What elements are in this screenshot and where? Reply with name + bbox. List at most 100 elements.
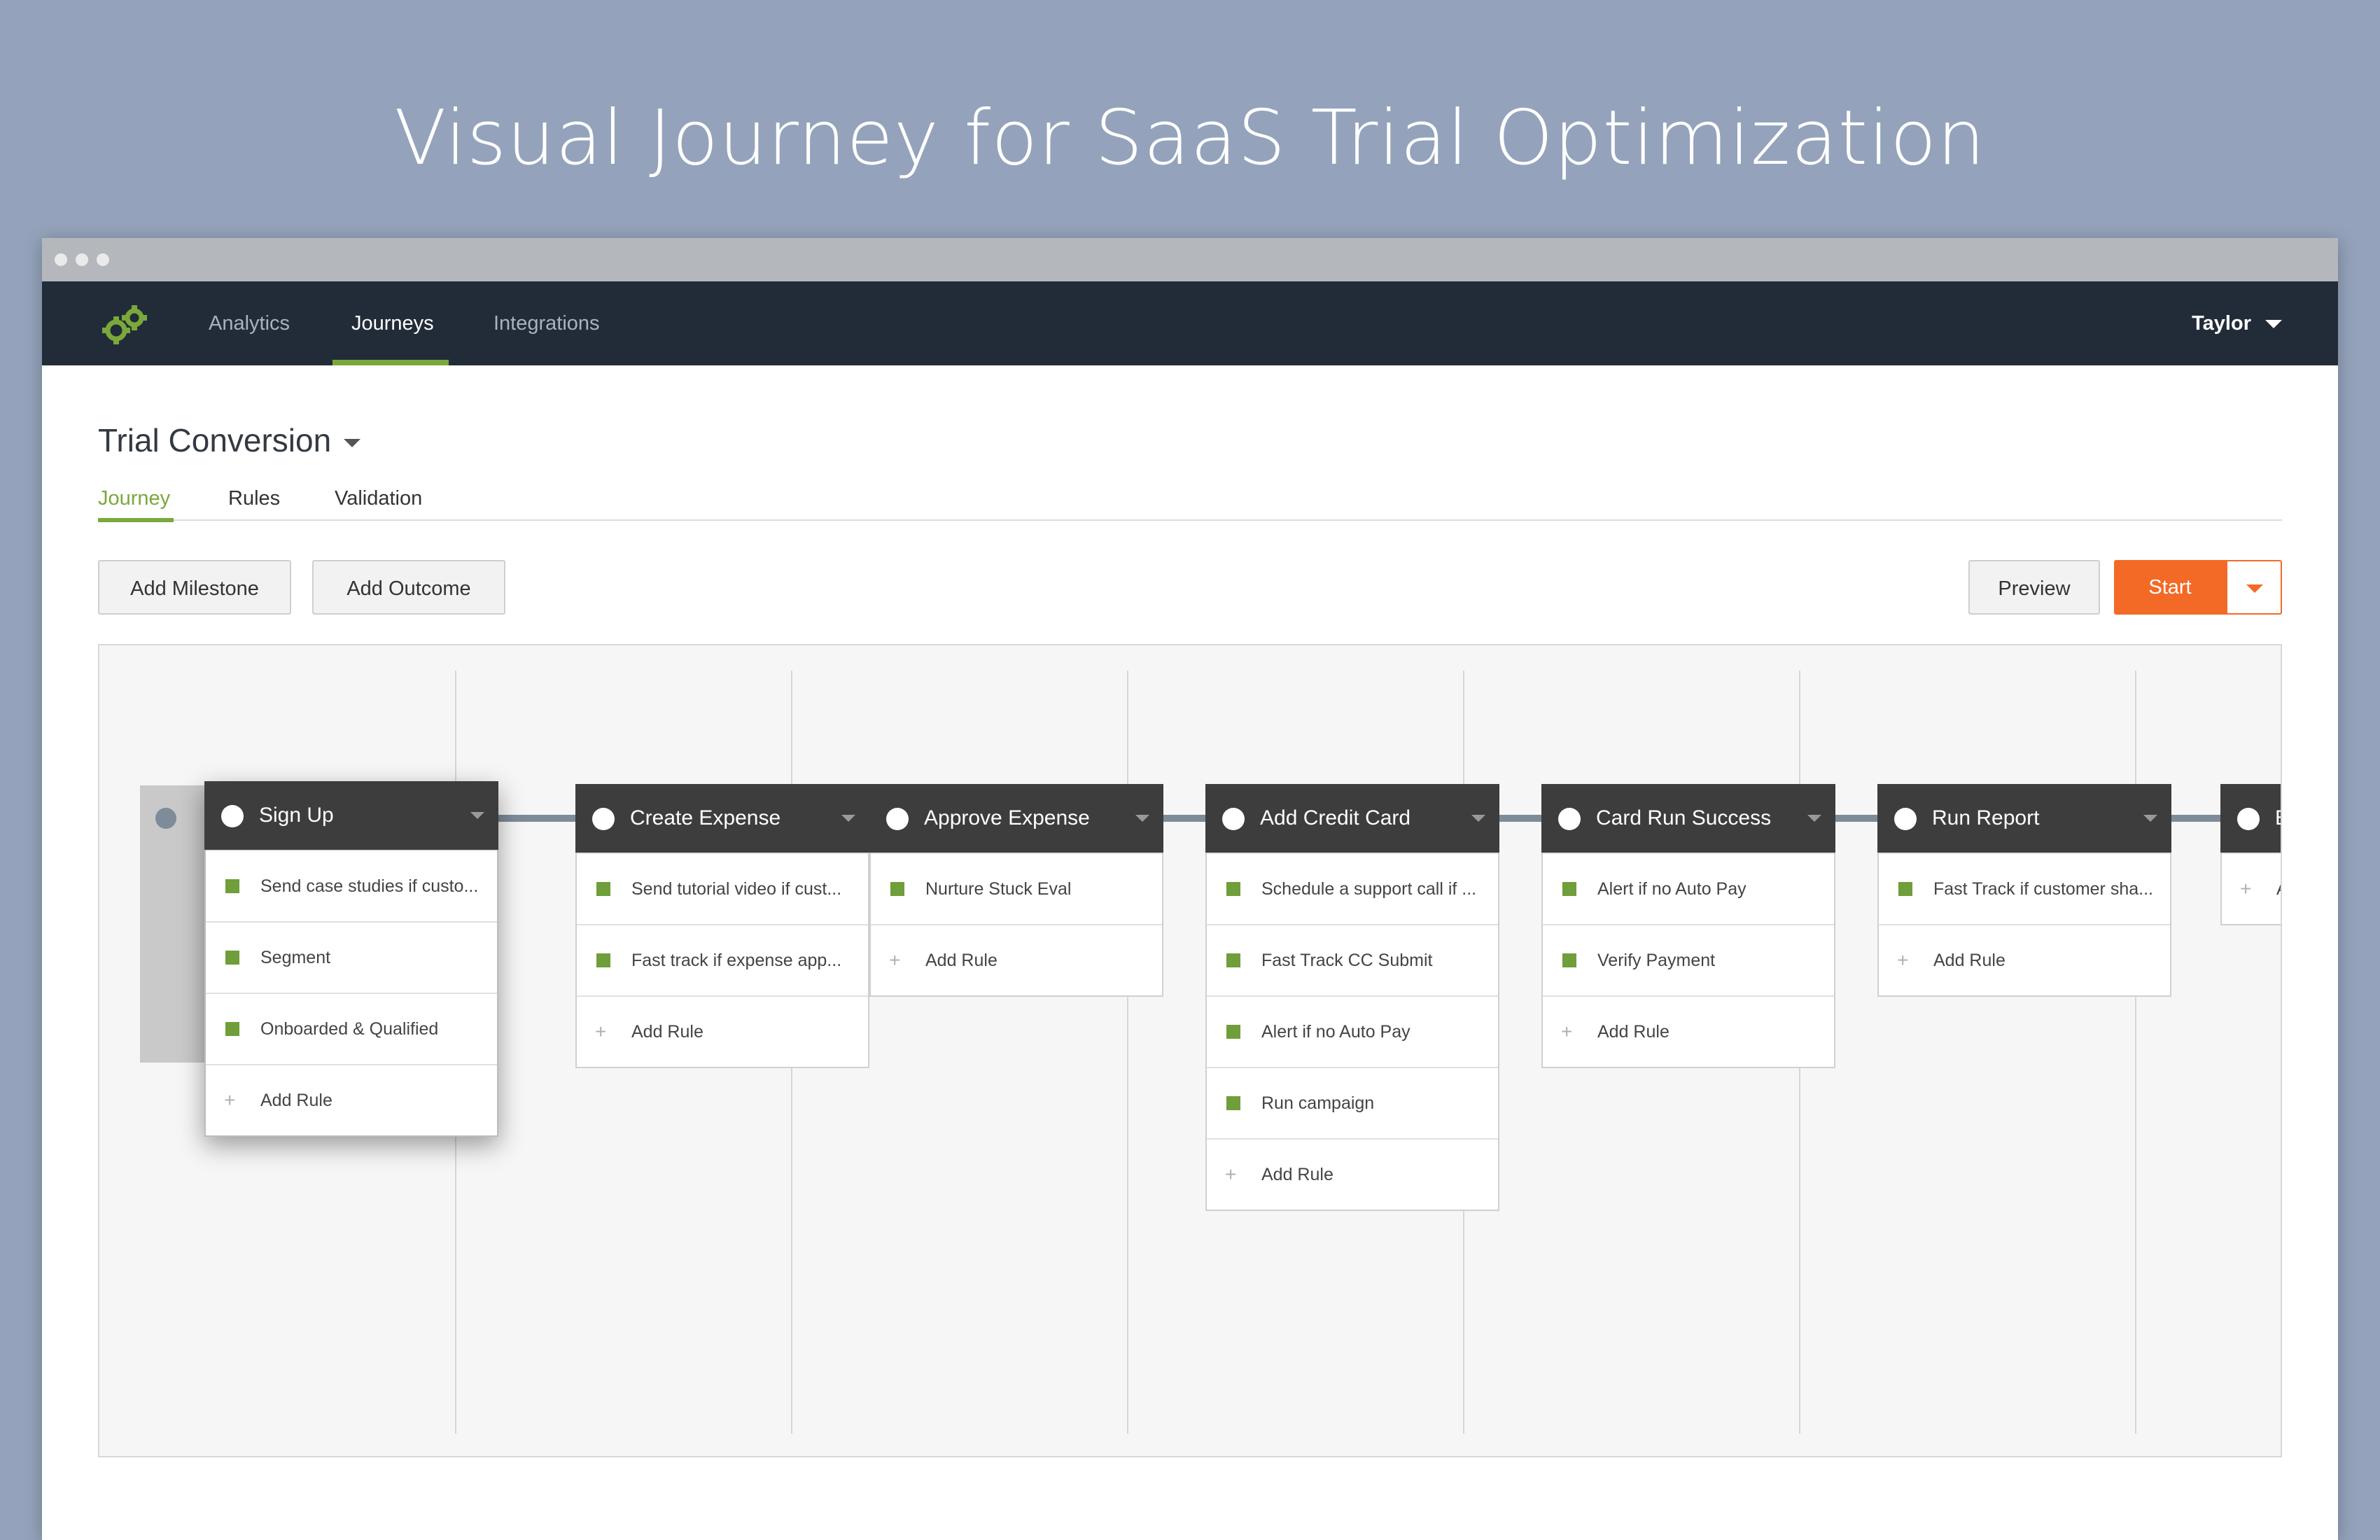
rule-active-icon xyxy=(1562,882,1576,896)
milestone-title: Approve Expense xyxy=(924,806,1090,830)
add-rule-label: Add Rule xyxy=(260,1091,332,1110)
rule-item[interactable]: Nurture Stuck Eval xyxy=(871,853,1162,924)
add-rule-button[interactable]: + Add Rule xyxy=(206,1064,497,1135)
rule-active-icon xyxy=(1898,882,1912,896)
add-rule-button[interactable]: + Add Rule xyxy=(1207,1138,1498,1210)
hero-title: Visual Journey for SaaS Trial Optimizati… xyxy=(394,94,1986,182)
journey-tabs: Journey Rules Validation xyxy=(98,484,2282,522)
milestone-card-run-report[interactable]: Run Report Fast Track if customer sha...… xyxy=(1877,784,2171,997)
rule-active-icon xyxy=(1226,882,1240,896)
start-button[interactable]: Start xyxy=(2114,560,2226,615)
milestone-card-add-credit-card[interactable]: Add Credit Card Schedule a support call … xyxy=(1205,784,1499,1211)
rule-item[interactable]: Verify Payment xyxy=(1543,924,1834,995)
user-name: Taylor xyxy=(2192,312,2251,335)
milestone-header[interactable]: Add Credit Card xyxy=(1205,784,1499,853)
milestone-status-icon xyxy=(592,808,615,830)
rule-item[interactable]: Alert if no Auto Pay xyxy=(1207,995,1498,1067)
start-options-button[interactable] xyxy=(2226,560,2282,615)
rule-active-icon xyxy=(225,879,239,893)
chevron-down-icon[interactable] xyxy=(2143,815,2157,822)
window-zoom-dot[interactable] xyxy=(97,253,109,266)
rule-label: Fast track if expense app... xyxy=(631,951,842,970)
milestone-header[interactable]: Run Report xyxy=(1877,784,2171,853)
rule-active-icon xyxy=(890,882,904,896)
milestone-card-create-expense[interactable]: Create Expense Send tutorial video if cu… xyxy=(575,784,869,1068)
rule-active-icon xyxy=(596,953,610,967)
add-rule-label: Add Rule xyxy=(631,1022,704,1042)
window-close-dot[interactable] xyxy=(55,253,67,266)
add-rule-button[interactable]: + Add Rule xyxy=(871,924,1162,995)
rule-item[interactable]: Onboarded & Qualified xyxy=(206,993,497,1064)
tab-active-indicator xyxy=(98,518,174,522)
rule-item[interactable]: Fast Track CC Submit xyxy=(1207,924,1498,995)
milestone-card-billing[interactable]: Billing + Add Rule xyxy=(2220,784,2281,925)
rule-label: Send tutorial video if cust... xyxy=(631,879,842,899)
rule-item[interactable]: Send tutorial video if cust... xyxy=(577,853,868,924)
tab-rules[interactable]: Rules xyxy=(228,484,280,517)
nav-integrations[interactable]: Integrations xyxy=(493,281,600,365)
rule-label: Nurture Stuck Eval xyxy=(925,879,1072,899)
add-rule-button[interactable]: + Add Rule xyxy=(1543,995,1834,1067)
rule-label: Alert if no Auto Pay xyxy=(1261,1022,1410,1042)
journey-canvas[interactable]: Create Expense Send tutorial video if cu… xyxy=(98,644,2282,1457)
add-rule-label: Add Rule xyxy=(1261,1165,1334,1184)
page-title: Trial Conversion xyxy=(98,422,332,458)
user-menu[interactable]: Taylor xyxy=(2192,281,2282,365)
milestone-header[interactable]: Create Expense xyxy=(575,784,869,853)
chevron-down-icon xyxy=(2265,320,2282,329)
chevron-down-icon xyxy=(344,438,361,447)
rule-item[interactable]: Alert if no Auto Pay xyxy=(1543,853,1834,924)
rule-item[interactable]: Run campaign xyxy=(1207,1067,1498,1138)
milestone-title: Card Run Success xyxy=(1596,806,1772,830)
tab-journey[interactable]: Journey xyxy=(98,484,170,517)
rule-item[interactable]: Fast track if expense app... xyxy=(577,924,868,995)
rule-item[interactable]: Send case studies if custo... xyxy=(206,850,497,921)
rule-item[interactable]: Fast Track if customer sha... xyxy=(1879,853,2170,924)
plus-icon: + xyxy=(889,949,901,971)
chevron-down-icon[interactable] xyxy=(1807,815,1821,822)
add-rule-button[interactable]: + Add Rule xyxy=(1879,924,2170,995)
add-rule-label: Add Rule xyxy=(2276,854,2281,924)
journey-title-dropdown[interactable]: Trial Conversion xyxy=(98,421,361,459)
plus-icon: + xyxy=(2240,878,2252,899)
tab-validation[interactable]: Validation xyxy=(335,484,422,517)
milestone-status-icon xyxy=(2237,808,2260,830)
add-milestone-button[interactable]: Add Milestone xyxy=(98,560,291,615)
rule-active-icon xyxy=(596,882,610,896)
add-rule-label: Add Rule xyxy=(925,951,997,970)
milestone-title: Run Report xyxy=(1932,806,2040,830)
milestone-title: Billing xyxy=(2275,784,2281,853)
chevron-down-icon[interactable] xyxy=(470,812,484,819)
milestone-card-approve-expense[interactable]: Approve Expense Nurture Stuck Eval + Add … xyxy=(869,784,1163,997)
chevron-down-icon[interactable] xyxy=(1471,815,1485,822)
milestone-header[interactable]: Approve Expense xyxy=(869,784,1163,853)
window-minimize-dot[interactable] xyxy=(76,253,88,266)
add-outcome-button[interactable]: Add Outcome xyxy=(312,560,505,615)
chevron-down-icon[interactable] xyxy=(1135,815,1149,822)
nav-journeys[interactable]: Journeys xyxy=(351,281,434,365)
milestone-card-card-run-success[interactable]: Card Run Success Alert if no Auto Pay Ve… xyxy=(1541,784,1835,1068)
rule-active-icon xyxy=(225,1022,239,1036)
add-rule-button[interactable]: + Add Rule xyxy=(2222,853,2281,924)
rule-item[interactable]: Segment xyxy=(206,921,497,993)
nav-analytics[interactable]: Analytics xyxy=(209,281,290,365)
rule-active-icon xyxy=(1226,1025,1240,1039)
milestone-header[interactable]: Card Run Success xyxy=(1541,784,1835,853)
plus-icon: + xyxy=(224,1089,236,1111)
chevron-down-icon xyxy=(2246,584,2263,593)
rule-label: Verify Payment xyxy=(1597,951,1716,970)
milestone-header[interactable]: Sign Up xyxy=(204,781,498,850)
add-rule-label: Add Rule xyxy=(1933,951,2005,970)
plus-icon: + xyxy=(1225,1163,1237,1185)
nav-active-indicator xyxy=(332,360,449,365)
add-rule-button[interactable]: + Add Rule xyxy=(577,995,868,1067)
plus-icon: + xyxy=(595,1021,607,1042)
chevron-down-icon[interactable] xyxy=(841,815,855,822)
milestone-card-sign-up[interactable]: Sign Up Send case studies if custo... Se… xyxy=(204,781,498,1137)
rule-item[interactable]: Schedule a support call if ... xyxy=(1207,853,1498,924)
milestone-header[interactable]: Billing xyxy=(2220,784,2281,853)
journey-start-node[interactable] xyxy=(155,808,176,829)
gears-logo-icon[interactable] xyxy=(97,302,153,347)
milestone-title: Create Expense xyxy=(630,806,781,830)
preview-button[interactable]: Preview xyxy=(1968,560,2100,615)
